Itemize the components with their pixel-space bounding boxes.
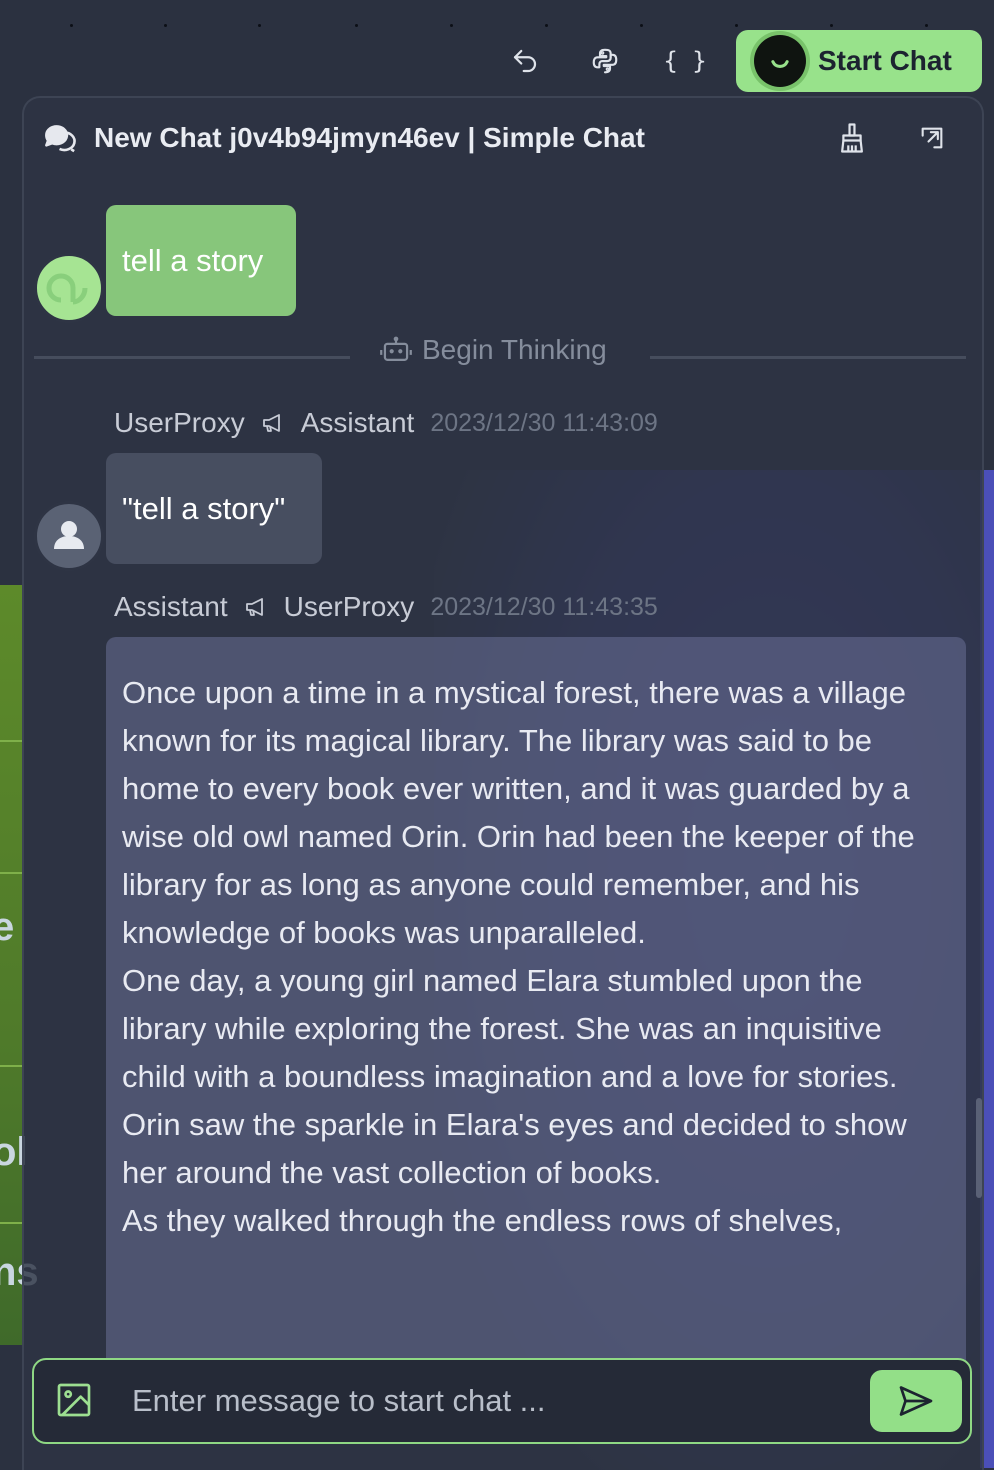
user-proxy-avatar bbox=[34, 501, 104, 571]
message-sender: UserProxy bbox=[114, 407, 245, 438]
chat-header: New Chat j0v4b94jmyn46ev | Simple Chat bbox=[24, 98, 982, 178]
whatsapp-icon bbox=[754, 35, 806, 87]
expand-button[interactable] bbox=[912, 118, 952, 158]
clean-button[interactable] bbox=[832, 118, 872, 158]
background-divider bbox=[0, 872, 24, 874]
code-button[interactable]: { } bbox=[656, 32, 714, 90]
robot-icon bbox=[380, 336, 412, 361]
send-icon bbox=[899, 1386, 933, 1416]
message-input-bar bbox=[32, 1358, 972, 1444]
top-toolbar: { } Start Chat bbox=[496, 30, 982, 92]
image-icon bbox=[57, 1383, 91, 1417]
message-meta: Assistant UserProxy 2023/12/30 11:43:35 bbox=[114, 591, 658, 623]
chat-title: New Chat j0v4b94jmyn46ev | Simple Chat bbox=[94, 122, 645, 153]
message-sender: Assistant bbox=[114, 591, 228, 622]
divider-line-left bbox=[34, 356, 350, 359]
code-braces-icon: { } bbox=[663, 47, 707, 75]
megaphone-icon bbox=[261, 412, 285, 434]
send-button[interactable] bbox=[870, 1370, 962, 1432]
image-upload-button[interactable] bbox=[54, 1380, 94, 1420]
message-receiver: Assistant bbox=[300, 407, 415, 438]
begin-thinking-label: Begin Thinking bbox=[422, 334, 607, 365]
message-timestamp: 2023/12/30 11:43:09 bbox=[430, 408, 658, 437]
message-receiver: UserProxy bbox=[283, 591, 415, 622]
message-input[interactable] bbox=[130, 1376, 854, 1426]
proxy-message-bubble: "tell a story" bbox=[106, 453, 322, 564]
background-text: e bbox=[0, 905, 15, 949]
background-divider bbox=[0, 740, 24, 742]
background-left-panel bbox=[0, 585, 24, 1345]
user-message-bubble: tell a story bbox=[106, 205, 296, 316]
undo-icon bbox=[513, 49, 537, 73]
begin-thinking-divider: Begin Thinking bbox=[380, 334, 607, 366]
message-timestamp: 2023/12/30 11:43:35 bbox=[430, 592, 658, 621]
background-divider bbox=[0, 1222, 24, 1224]
chat-scrollbar[interactable] bbox=[976, 1098, 982, 1198]
megaphone-icon bbox=[244, 596, 268, 618]
proxy-message-text: "tell a story" bbox=[122, 491, 286, 526]
undo-button[interactable] bbox=[496, 32, 554, 90]
start-chat-button[interactable]: Start Chat bbox=[736, 30, 982, 92]
chat-bubbles-icon bbox=[45, 125, 76, 153]
user-message-text: tell a story bbox=[122, 243, 264, 278]
assistant-message-text: Once upon a time in a mystical forest, t… bbox=[122, 669, 952, 1245]
message-meta: UserProxy Assistant 2023/12/30 11:43:09 bbox=[114, 407, 658, 439]
broom-icon bbox=[841, 123, 863, 153]
assistant-message-bubble: Once upon a time in a mystical forest, t… bbox=[106, 637, 966, 1397]
expand-icon bbox=[921, 127, 943, 149]
story-paragraph: One day, a young girl named Elara stumbl… bbox=[122, 963, 907, 1190]
story-paragraph: Once upon a time in a mystical forest, t… bbox=[122, 675, 915, 950]
start-chat-label: Start Chat bbox=[818, 45, 952, 76]
user-avatar bbox=[34, 253, 104, 323]
chat-panel: New Chat j0v4b94jmyn46ev | Simple Chat t… bbox=[22, 96, 984, 1470]
python-button[interactable] bbox=[576, 32, 634, 90]
story-paragraph: As they walked through the endless rows … bbox=[122, 1203, 843, 1238]
background-divider bbox=[0, 1065, 24, 1067]
divider-line-right bbox=[650, 356, 966, 359]
python-icon bbox=[592, 48, 618, 74]
